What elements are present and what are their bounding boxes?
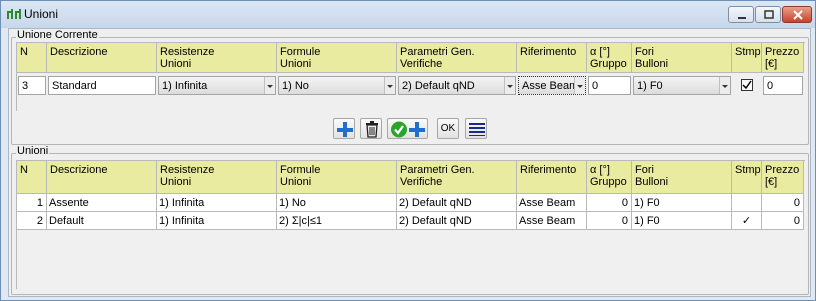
window-title: Unioni <box>24 7 59 21</box>
chevron-down-icon <box>384 77 395 94</box>
fori-value: 1) F0 <box>637 80 663 92</box>
ok-label: OK <box>440 123 456 134</box>
plus-icon <box>337 122 353 137</box>
table-row-formule[interactable]: 1) No <box>277 194 397 212</box>
col-header-riferimento: Riferimento <box>517 161 587 194</box>
table-row-stmp[interactable] <box>732 194 762 212</box>
add-button[interactable] <box>333 118 355 139</box>
col-header-fori: Fori Bulloni <box>632 43 732 73</box>
table-row-descrizione[interactable]: Default <box>47 212 157 230</box>
parametri-value: 2) Default qND <box>402 80 475 92</box>
gruppo-field[interactable]: 0 <box>588 76 631 95</box>
col-header-fori: Fori Bulloni <box>632 161 732 194</box>
table-row-fori[interactable]: 1) F0 <box>632 212 732 230</box>
col-header-parametri: Parametri Gen. Verifiche <box>397 43 517 73</box>
current-union-group: Unione Corrente N Descrizione Resistenze… <box>11 29 809 145</box>
maximize-button[interactable] <box>755 6 781 23</box>
col-header-descrizione: Descrizione <box>47 161 157 194</box>
col-header-prezzo: Prezzo [€] <box>762 43 804 73</box>
chevron-down-icon <box>719 77 730 94</box>
table-row-fori[interactable]: 1) F0 <box>632 194 732 212</box>
table-row-gruppo[interactable]: 0 <box>587 194 632 212</box>
table-row-formule[interactable]: 2) Σ|c|≤1 <box>277 212 397 230</box>
table-row-prezzo[interactable]: 0 <box>762 212 804 230</box>
col-header-riferimento: Riferimento <box>517 43 587 73</box>
chevron-down-icon <box>264 77 275 94</box>
stmp-checkbox[interactable] <box>741 79 753 91</box>
lines-icon <box>469 123 485 136</box>
unions-table: N Descrizione Resistenze Unioni Formule Un… <box>16 160 805 289</box>
delete-button[interactable] <box>360 118 382 139</box>
check-plus-icon <box>391 121 425 138</box>
table-row-gruppo[interactable]: 0 <box>587 212 632 230</box>
col-header-n: N <box>17 43 47 73</box>
formule-select[interactable]: 1) No <box>278 76 396 95</box>
resistenze-select[interactable]: 1) Infinita <box>158 76 276 95</box>
table-row-n[interactable]: 2 <box>17 212 47 230</box>
table-row-prezzo[interactable]: 0 <box>762 194 804 212</box>
resistenze-value: 1) Infinita <box>162 80 208 92</box>
col-header-stmp: Stmp <box>732 43 762 73</box>
ok-button[interactable]: OK <box>437 118 459 139</box>
minimize-button[interactable] <box>728 6 754 23</box>
fori-select[interactable]: 1) F0 <box>633 76 731 95</box>
current-grid: N Descrizione Resistenze Unioni Formule Un… <box>16 42 805 111</box>
col-header-stmp: Stmp <box>732 161 762 194</box>
col-header-gruppo: α [°] Gruppo <box>587 43 632 73</box>
col-header-formule: Formule Unioni <box>277 161 397 194</box>
prezzo-field[interactable]: 0 <box>763 76 803 95</box>
client-area: Unione Corrente N Descrizione Resistenze… <box>8 28 811 297</box>
close-icon <box>793 10 803 20</box>
minimize-icon <box>738 17 746 19</box>
col-header-gruppo: α [°] Gruppo <box>587 161 632 194</box>
chevron-down-icon <box>574 77 585 94</box>
unions-list-group: Unioni N Descrizione Resistenze Unioni Fo… <box>11 145 809 295</box>
check-icon <box>742 80 752 90</box>
close-button[interactable] <box>782 6 812 23</box>
table-row-stmp[interactable]: ✓ <box>732 212 762 230</box>
table-row-resistenze[interactable]: 1) Infinita <box>157 194 277 212</box>
col-header-prezzo: Prezzo [€] <box>762 161 804 194</box>
table-row-parametri[interactable]: 2) Default qND <box>397 212 517 230</box>
unions-list-label: Unioni <box>16 145 50 157</box>
table-row-parametri[interactable]: 2) Default qND <box>397 194 517 212</box>
table-row-riferimento[interactable]: Asse Beam <box>517 194 587 212</box>
col-header-parametri: Parametri Gen. Verifiche <box>397 161 517 194</box>
trash-icon <box>366 121 378 138</box>
col-header-formule: Formule Unioni <box>277 43 397 73</box>
app-icon <box>7 9 21 19</box>
maximize-icon <box>764 10 774 19</box>
col-header-descrizione: Descrizione <box>47 43 157 73</box>
list-view-button[interactable] <box>465 118 487 139</box>
table-row-descrizione[interactable]: Assente <box>47 194 157 212</box>
window: Unioni Unione Corrente N Descrizione Res… <box>0 0 816 301</box>
table-row-n[interactable]: 1 <box>17 194 47 212</box>
riferimento-value: Asse Beam <box>522 80 579 92</box>
table-row-riferimento[interactable]: Asse Beam <box>517 212 587 230</box>
riferimento-select[interactable]: Asse Beam <box>518 76 586 95</box>
formule-value: 1) No <box>282 80 309 92</box>
current-union-label: Unione Corrente <box>16 29 99 41</box>
chevron-down-icon <box>504 77 515 94</box>
parametri-select[interactable]: 2) Default qND <box>398 76 516 95</box>
table-row-resistenze[interactable]: 1) Infinita <box>157 212 277 230</box>
col-header-resistenze: Resistenze Unioni <box>157 161 277 194</box>
confirm-add-button[interactable] <box>387 118 428 139</box>
title-bar[interactable]: Unioni <box>1 1 815 28</box>
col-header-resistenze: Resistenze Unioni <box>157 43 277 73</box>
descrizione-field[interactable]: Standard <box>48 76 156 95</box>
col-header-n: N <box>17 161 47 194</box>
n-field[interactable]: 3 <box>18 76 46 95</box>
